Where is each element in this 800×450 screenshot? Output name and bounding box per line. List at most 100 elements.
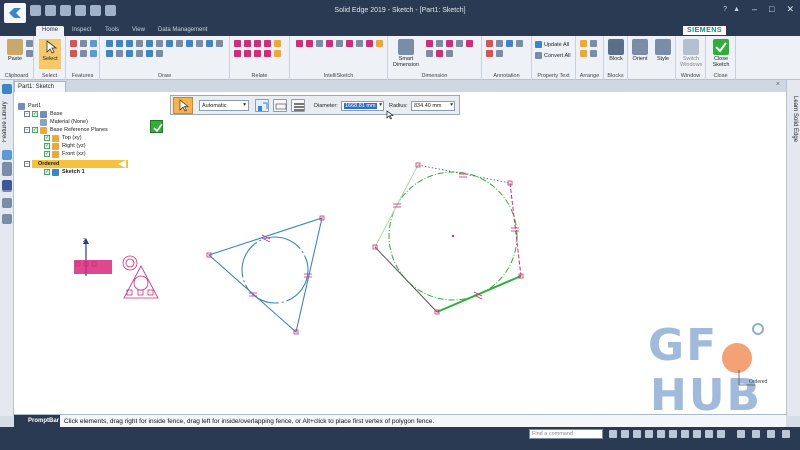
intellisketch-icon[interactable] — [376, 40, 383, 47]
status-tool-icon[interactable] — [621, 430, 629, 438]
intellisketch-icon[interactable] — [326, 40, 333, 47]
select-tool-button[interactable] — [173, 97, 193, 114]
paste-button[interactable]: Paste — [4, 39, 26, 62]
visibility-checkbox[interactable]: ✓ — [44, 169, 50, 175]
tree-node-top[interactable]: ✓ Top (xy) — [44, 134, 83, 142]
orient-button[interactable]: Orient — [629, 39, 651, 62]
fit-view-icon[interactable] — [737, 430, 745, 438]
close-button[interactable]: ✕ — [786, 4, 794, 15]
visibility-checkbox[interactable]: ✓ — [32, 111, 38, 117]
status-tool-icon[interactable] — [645, 430, 653, 438]
status-tool-icon[interactable] — [693, 430, 701, 438]
annotation-tool-icon[interactable] — [506, 40, 513, 47]
feature-tool-icon[interactable] — [70, 40, 77, 47]
feature-tool-icon[interactable] — [90, 50, 97, 57]
draw-tool-icon[interactable] — [216, 40, 223, 47]
circle-icon[interactable] — [126, 40, 133, 47]
relate-tool-icon[interactable] — [244, 50, 251, 57]
dimension-tool-icon[interactable] — [426, 50, 433, 57]
status-tool-icon[interactable] — [717, 430, 725, 438]
annotation-tool-icon[interactable] — [496, 50, 503, 57]
collapse-toggle[interactable]: − — [24, 161, 30, 167]
annotation-tool-icon[interactable] — [516, 40, 523, 47]
status-tool-icon[interactable] — [669, 430, 677, 438]
feature-tool-icon[interactable] — [70, 50, 77, 57]
tab-tools[interactable]: Tools — [99, 26, 125, 36]
rollback-arrow-icon[interactable] — [118, 160, 126, 168]
feature-tool-icon[interactable] — [80, 40, 87, 47]
relate-tool-icon[interactable] — [234, 40, 241, 47]
visibility-checkbox[interactable]: ✓ — [32, 127, 38, 133]
rail-tool-icon[interactable] — [2, 198, 12, 208]
radius-input[interactable]: 834.40 mm ▾ — [411, 101, 455, 111]
relate-tool-icon[interactable] — [254, 40, 261, 47]
draw-tool-icon[interactable] — [106, 50, 113, 57]
draw-tool-icon[interactable] — [176, 40, 183, 47]
arrange-tool-icon[interactable] — [590, 50, 597, 57]
tree-node-base-planes[interactable]: − ✓ Base Reference Planes — [24, 126, 109, 134]
keypoints-icon[interactable] — [273, 99, 287, 112]
visibility-checkbox[interactable]: ✓ — [44, 143, 50, 149]
restore-ribbon-icon[interactable]: ▲ — [733, 6, 740, 13]
relation-dropdown[interactable]: Automatic ▾ — [199, 100, 249, 111]
dimension-tool-icon[interactable] — [426, 40, 433, 47]
curve-icon[interactable] — [166, 40, 173, 47]
draw-tool-icon[interactable] — [136, 40, 143, 47]
learn-solid-edge-tab[interactable]: Learn Solid Edge — [788, 96, 798, 146]
dimension-tool-icon[interactable] — [436, 50, 443, 57]
switch-windows-button[interactable]: Switch Windows — [680, 39, 702, 68]
view-triad[interactable]: Ordered — [735, 367, 769, 393]
draw-tool-icon[interactable] — [146, 50, 153, 57]
tab-data-management[interactable]: Data Management — [152, 26, 213, 36]
find-command-input[interactable]: Find a command — [529, 429, 603, 439]
intellisketch-icon[interactable] — [316, 40, 323, 47]
line-style-icon[interactable] — [291, 99, 305, 112]
diameter-input[interactable]: 1668.81 mm ▾ — [341, 101, 384, 111]
feature-tool-icon[interactable] — [80, 50, 87, 57]
style-button[interactable]: Style — [652, 39, 674, 62]
tab-inspect[interactable]: Inspect — [66, 26, 97, 36]
update-all-button[interactable]: Update All — [535, 41, 569, 48]
relate-tool-icon[interactable] — [274, 50, 281, 57]
help-icon[interactable]: ? — [723, 6, 727, 13]
relate-tool-icon[interactable] — [274, 40, 281, 47]
line-icon[interactable] — [106, 40, 113, 47]
intellisketch-icon[interactable] — [296, 40, 303, 47]
draw-tool-icon[interactable] — [116, 50, 123, 57]
tab-view[interactable]: View — [126, 26, 151, 36]
status-tool-icon[interactable] — [633, 430, 641, 438]
intellisketch-icon[interactable] — [336, 40, 343, 47]
document-tab[interactable]: Part1: Sketch — [14, 81, 66, 92]
layers-icon[interactable] — [2, 150, 12, 160]
minimize-button[interactable]: – — [752, 4, 757, 15]
visibility-checkbox[interactable]: ✓ — [44, 151, 50, 157]
dimension-tool-icon[interactable] — [436, 40, 443, 47]
arrange-tool-icon[interactable] — [580, 40, 587, 47]
ordered-section-bar[interactable]: Ordered — [32, 160, 128, 168]
zoom-icon[interactable] — [752, 430, 760, 438]
facebook-icon[interactable] — [2, 180, 12, 190]
select-button[interactable]: Select — [39, 39, 61, 69]
draw-tool-icon[interactable] — [136, 50, 143, 57]
block-button[interactable]: Block — [605, 39, 627, 62]
tree-node-front[interactable]: ✓ Front (xz) — [44, 150, 87, 158]
draw-tool-icon[interactable] — [126, 50, 133, 57]
dimension-tool-icon[interactable] — [466, 40, 473, 47]
close-document-icon[interactable]: × — [776, 81, 780, 88]
relate-tool-icon[interactable] — [254, 50, 261, 57]
rotate-icon[interactable] — [782, 430, 790, 438]
intellisketch-icon[interactable] — [346, 40, 353, 47]
relate-tool-icon[interactable] — [264, 40, 271, 47]
relate-tool-icon[interactable] — [264, 50, 271, 57]
status-tool-icon[interactable] — [657, 430, 665, 438]
convert-all-button[interactable]: Convert All — [535, 52, 571, 59]
relate-tool-icon[interactable] — [234, 50, 241, 57]
feature-tool-icon[interactable] — [90, 40, 97, 47]
annotation-tool-icon[interactable] — [486, 50, 493, 57]
annotation-tool-icon[interactable] — [496, 40, 503, 47]
close-sketch-button[interactable]: Close Sketch — [710, 39, 732, 68]
info-icon[interactable] — [2, 84, 12, 94]
tree-node-part[interactable]: Part1 — [18, 102, 43, 110]
cut-icon[interactable] — [26, 40, 33, 47]
dimension-tool-icon[interactable] — [456, 40, 463, 47]
